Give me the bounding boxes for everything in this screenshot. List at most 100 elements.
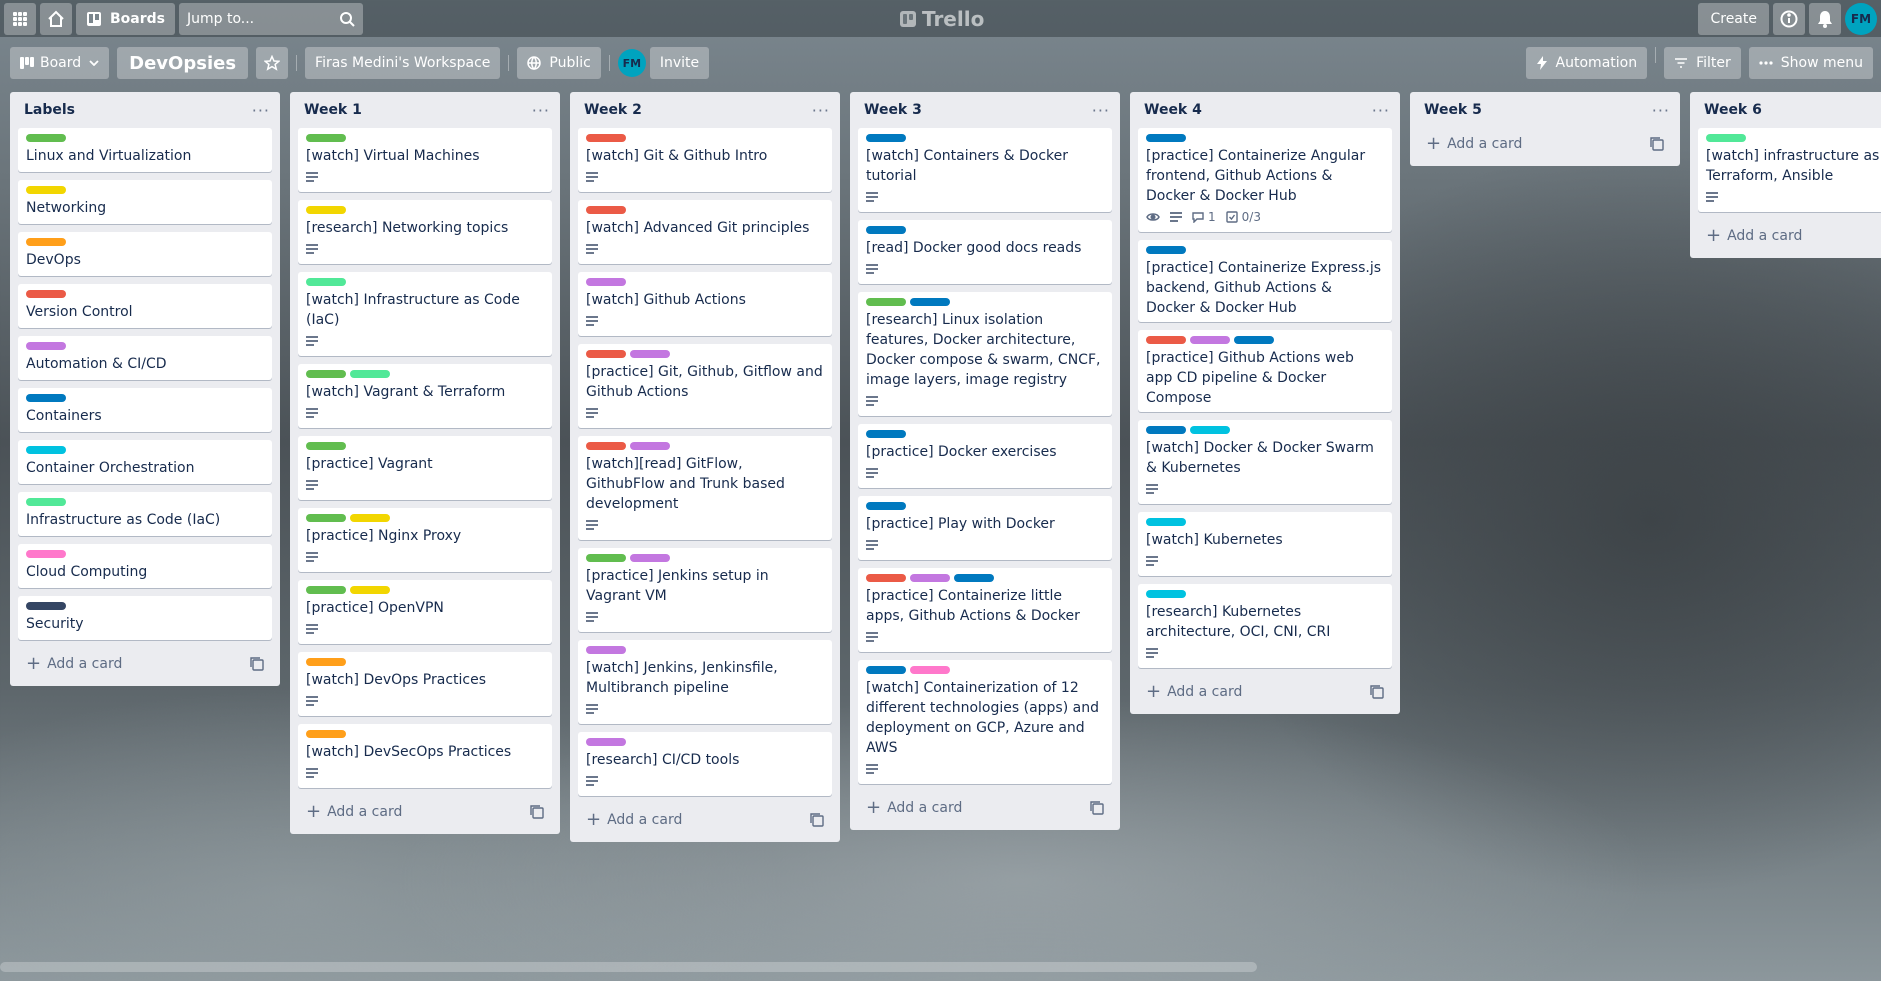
list-menu-icon[interactable]: ··· <box>1092 101 1110 120</box>
card-label[interactable] <box>306 514 346 522</box>
list-card[interactable]: [practice] Jenkins setup in Vagrant VM <box>578 548 832 632</box>
list-card[interactable]: Automation & CI/CD <box>18 336 272 380</box>
card-label[interactable] <box>630 554 670 562</box>
list-card[interactable]: Security <box>18 596 272 640</box>
card-label[interactable] <box>1706 134 1746 142</box>
template-icon[interactable] <box>1370 685 1384 699</box>
list-card[interactable]: [practice] OpenVPN <box>298 580 552 644</box>
list-card[interactable]: [watch] Github Actions <box>578 272 832 336</box>
list-header[interactable]: Week 5 ··· <box>1418 92 1672 128</box>
card-label[interactable] <box>910 574 950 582</box>
list-card[interactable]: [watch] Containerization of 12 different… <box>858 660 1112 784</box>
list-card[interactable]: [research] CI/CD tools <box>578 732 832 796</box>
card-label[interactable] <box>306 370 346 378</box>
automation-button[interactable]: Automation <box>1525 47 1648 79</box>
add-card-button[interactable]: + Add a card <box>866 799 962 817</box>
list-header[interactable]: Week 4 ··· <box>1138 92 1392 128</box>
card-label[interactable] <box>910 666 950 674</box>
card-label[interactable] <box>586 206 626 214</box>
list-card[interactable]: Container Orchestration <box>18 440 272 484</box>
card-label[interactable] <box>306 442 346 450</box>
info-button[interactable] <box>1773 3 1805 35</box>
list-card[interactable]: [watch] Virtual Machines <box>298 128 552 192</box>
list-menu-icon[interactable]: ··· <box>532 101 550 120</box>
add-card-button[interactable]: + Add a card <box>1426 135 1522 153</box>
card-label[interactable] <box>1146 518 1186 526</box>
list-card[interactable]: [practice] Containerize little apps, Git… <box>858 568 1112 652</box>
list-card[interactable]: Networking <box>18 180 272 224</box>
card-label[interactable] <box>1190 426 1230 434</box>
list-header[interactable]: Week 6··· <box>1698 92 1881 128</box>
card-label[interactable] <box>866 226 906 234</box>
list-menu-icon[interactable]: ··· <box>1372 101 1390 120</box>
add-card-button[interactable]: + Add a card <box>306 803 402 821</box>
add-card-button[interactable]: + Add a card <box>586 811 682 829</box>
card-label[interactable] <box>866 298 906 306</box>
card-label[interactable] <box>1146 134 1186 142</box>
list-card[interactable]: [research] Kubernetes architecture, OCI,… <box>1138 584 1392 668</box>
card-label[interactable] <box>586 442 626 450</box>
card-label[interactable] <box>26 134 66 142</box>
card-label[interactable] <box>1146 426 1186 434</box>
list-card[interactable]: [watch] Git & Github Intro <box>578 128 832 192</box>
create-button[interactable]: Create <box>1698 3 1769 35</box>
notifications-button[interactable] <box>1809 3 1841 35</box>
card-label[interactable] <box>306 586 346 594</box>
card-label[interactable] <box>26 550 66 558</box>
card-label[interactable] <box>306 134 346 142</box>
list-card[interactable]: [read] Docker good docs reads <box>858 220 1112 284</box>
list-header[interactable]: Week 3 ··· <box>858 92 1112 128</box>
card-label[interactable] <box>910 298 950 306</box>
card-label[interactable] <box>26 342 66 350</box>
boards-button[interactable]: Boards <box>76 2 175 35</box>
list-card[interactable]: [watch] Advanced Git principles <box>578 200 832 264</box>
card-label[interactable] <box>306 658 346 666</box>
list-card[interactable]: [research] Linux isolation features, Doc… <box>858 292 1112 416</box>
visibility-button[interactable]: Public <box>517 47 601 79</box>
apps-button[interactable] <box>4 2 36 35</box>
list-card[interactable]: Version Control <box>18 284 272 328</box>
board-title[interactable]: DevOpsies <box>117 47 249 79</box>
list-header[interactable]: Week 2 ··· <box>578 92 832 128</box>
card-label[interactable] <box>586 134 626 142</box>
card-label[interactable] <box>954 574 994 582</box>
list-card[interactable]: Cloud Computing <box>18 544 272 588</box>
board-view-switcher[interactable]: Board <box>10 47 110 79</box>
card-label[interactable] <box>26 186 66 194</box>
card-label[interactable] <box>306 206 346 214</box>
star-button[interactable] <box>256 47 289 79</box>
list-card[interactable]: [watch] Kubernetes <box>1138 512 1392 576</box>
list-title[interactable]: Week 3 <box>864 102 922 118</box>
card-label[interactable] <box>1190 336 1230 344</box>
card-label[interactable] <box>866 574 906 582</box>
filter-button[interactable]: Filter <box>1664 47 1741 79</box>
card-label[interactable] <box>586 278 626 286</box>
card-label[interactable] <box>866 134 906 142</box>
list-card[interactable]: Infrastructure as Code (IaC) <box>18 492 272 536</box>
template-icon[interactable] <box>1090 801 1104 815</box>
list-card[interactable]: [practice] Docker exercises <box>858 424 1112 488</box>
list-card[interactable]: [research] Networking topics <box>298 200 552 264</box>
template-icon[interactable] <box>530 805 544 819</box>
card-label[interactable] <box>26 238 66 246</box>
card-label[interactable] <box>1234 336 1274 344</box>
list-title[interactable]: Week 2 <box>584 102 642 118</box>
list-menu-icon[interactable]: ··· <box>812 101 830 120</box>
card-label[interactable] <box>586 646 626 654</box>
card-label[interactable] <box>350 370 390 378</box>
list-menu-icon[interactable]: ··· <box>252 101 270 120</box>
card-label[interactable] <box>1146 336 1186 344</box>
list-card[interactable]: [practice] Vagrant <box>298 436 552 500</box>
card-label[interactable] <box>350 514 390 522</box>
list-card[interactable]: [watch] Docker & Docker Swarm & Kubernet… <box>1138 420 1392 504</box>
list-header[interactable]: Labels ··· <box>18 92 272 128</box>
card-label[interactable] <box>586 554 626 562</box>
list-title[interactable]: Week 6 <box>1704 102 1762 118</box>
list-title[interactable]: Labels <box>24 102 75 118</box>
list-title[interactable]: Week 1 <box>304 102 362 118</box>
list-card[interactable]: [watch] Vagrant & Terraform <box>298 364 552 428</box>
add-card-button[interactable]: + Add a card <box>1146 683 1242 701</box>
card-label[interactable] <box>586 350 626 358</box>
card-label[interactable] <box>866 502 906 510</box>
show-menu-button[interactable]: Show menu <box>1748 47 1873 79</box>
